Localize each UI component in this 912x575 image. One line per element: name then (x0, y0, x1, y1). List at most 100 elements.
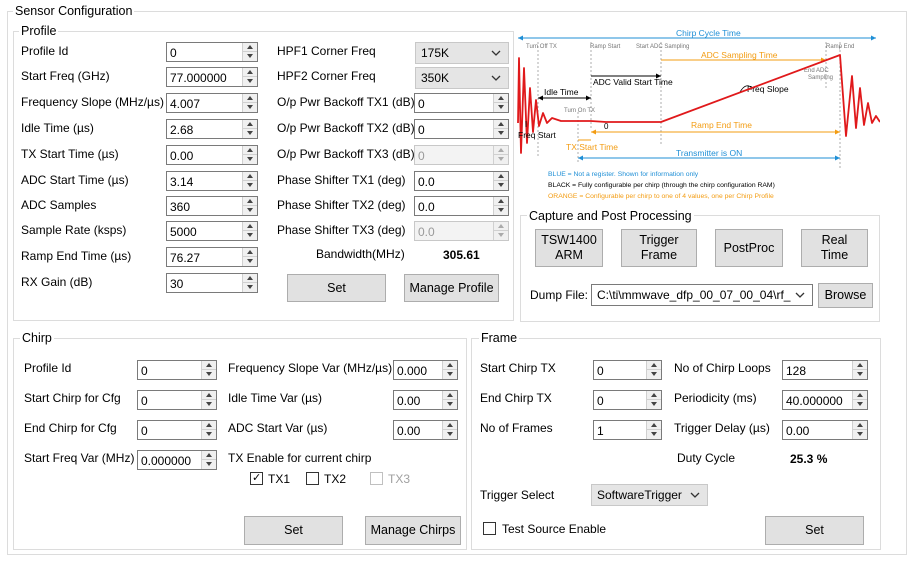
start-chirp-tx-input[interactable]: 0 (593, 360, 662, 380)
spin-down-icon[interactable] (202, 430, 216, 439)
trigger-frame-button[interactable]: Trigger Frame (621, 229, 697, 267)
spin-down-icon[interactable] (647, 370, 661, 379)
spin-up-icon[interactable] (243, 120, 257, 129)
chirp-profile-id-input[interactable]: 0 (137, 360, 217, 380)
spin-up-icon[interactable] (243, 43, 257, 52)
spin-up-icon[interactable] (494, 120, 508, 129)
trigger-delay-input[interactable]: 0.00 (782, 420, 868, 440)
spin-up-icon[interactable] (243, 94, 257, 103)
tx-start-time-input[interactable]: 0.00 (166, 145, 258, 165)
hpf1-select[interactable]: 175K (415, 42, 509, 64)
spin-up-icon[interactable] (494, 197, 508, 206)
postproc-button[interactable]: PostProc (715, 229, 783, 267)
spin-down-icon[interactable] (494, 103, 508, 112)
spin-up-icon[interactable] (853, 421, 867, 430)
spin-down-icon[interactable] (243, 283, 257, 292)
spin-up-icon[interactable] (443, 421, 457, 430)
spin-down-icon[interactable] (494, 206, 508, 215)
tx1-checkbox[interactable]: ✓ (250, 472, 263, 485)
spin-up-icon[interactable] (202, 421, 216, 430)
spin-down-icon[interactable] (853, 430, 867, 439)
spin-down-icon[interactable] (647, 430, 661, 439)
spin-up-icon[interactable] (243, 274, 257, 283)
spin-down-icon[interactable] (202, 370, 216, 379)
spin-up-icon[interactable] (647, 361, 661, 370)
tx2-checkbox[interactable] (306, 472, 319, 485)
spin-up-icon[interactable] (243, 197, 257, 206)
spin-down-icon[interactable] (202, 400, 216, 409)
freq-slope-input[interactable]: 4.007 (166, 93, 258, 113)
start-freq-var-input[interactable]: 0.000000 (137, 450, 217, 470)
spin-up-icon[interactable] (647, 421, 661, 430)
start-chirp-cfg-input[interactable]: 0 (137, 390, 217, 410)
spin-up-icon[interactable] (494, 94, 508, 103)
spin-down-icon[interactable] (243, 129, 257, 138)
frame-set-button[interactable]: Set (765, 516, 864, 545)
idle-time-input[interactable]: 2.68 (166, 119, 258, 139)
end-chirp-tx-input[interactable]: 0 (593, 390, 662, 410)
hpf2-select[interactable]: 350K (415, 67, 509, 89)
spin-down-icon[interactable] (243, 103, 257, 112)
spin-down-icon[interactable] (202, 460, 216, 469)
tsw1400-arm-button[interactable]: TSW1400 ARM (535, 229, 603, 267)
freq-slope-var-input[interactable]: 0.000 (393, 360, 458, 380)
end-chirp-cfg-input[interactable]: 0 (137, 420, 217, 440)
profile-set-button[interactable]: Set (287, 274, 386, 302)
start-freq-input[interactable]: 77.000000 (166, 67, 258, 87)
no-of-frames-input[interactable]: 1 (593, 420, 662, 440)
manage-chirps-button[interactable]: Manage Chirps (365, 516, 461, 545)
phase-shifter-tx1-input[interactable]: 0.0 (414, 171, 509, 191)
spin-up-icon[interactable] (443, 391, 457, 400)
ramp-end-time-input[interactable]: 76.27 (166, 247, 258, 267)
spin-down-icon[interactable] (853, 400, 867, 409)
spin-down-icon[interactable] (243, 231, 257, 240)
pwr-backoff-tx1-input[interactable]: 0 (414, 93, 509, 113)
spin-up-icon[interactable] (202, 451, 216, 460)
spin-down-icon[interactable] (647, 400, 661, 409)
spin-up-icon[interactable] (202, 361, 216, 370)
idle-time-var-input[interactable]: 0.00 (393, 390, 458, 410)
spin-up-icon[interactable] (853, 361, 867, 370)
spin-down-icon[interactable] (243, 206, 257, 215)
adc-samples-input[interactable]: 360 (166, 196, 258, 216)
phase-shifter-tx2-input[interactable]: 0.0 (414, 196, 509, 216)
spin-up-icon[interactable] (243, 222, 257, 231)
spin-up-icon[interactable] (243, 68, 257, 77)
spin-down-icon[interactable] (243, 52, 257, 61)
idle-time-label: Idle Time (544, 87, 579, 97)
test-source-enable-checkbox[interactable] (483, 522, 496, 535)
spin-down-icon[interactable] (853, 370, 867, 379)
spin-up-icon[interactable] (243, 146, 257, 155)
chirp-set-button[interactable]: Set (244, 516, 343, 545)
browse-button[interactable]: Browse (818, 283, 873, 308)
spin-up-icon[interactable] (647, 391, 661, 400)
pwr-backoff-tx2-label: O/p Pwr Backoff TX2 (dB) (277, 121, 415, 135)
spin-up-icon[interactable] (243, 248, 257, 257)
pwr-backoff-tx2-input[interactable]: 0 (414, 119, 509, 139)
spin-up-icon[interactable] (243, 172, 257, 181)
spin-down-icon[interactable] (243, 257, 257, 266)
spin-up-icon[interactable] (494, 172, 508, 181)
spin-up-icon[interactable] (853, 391, 867, 400)
spin-up-icon[interactable] (443, 361, 457, 370)
spin-down-icon[interactable] (443, 370, 457, 379)
real-time-button[interactable]: Real Time (801, 229, 868, 267)
periodicity-input[interactable]: 40.000000 (782, 390, 868, 410)
trigger-select-dropdown[interactable]: SoftwareTrigger (591, 484, 708, 506)
adc-start-var-input[interactable]: 0.00 (393, 420, 458, 440)
spin-down-icon[interactable] (243, 155, 257, 164)
spin-down-icon[interactable] (443, 400, 457, 409)
spin-up-icon[interactable] (202, 391, 216, 400)
spin-down-icon[interactable] (443, 430, 457, 439)
no-of-chirp-loops-input[interactable]: 128 (782, 360, 868, 380)
profile-id-input[interactable]: 0 (166, 42, 258, 62)
dump-file-select[interactable]: C:\ti\mmwave_dfp_00_07_00_04\rf_ (591, 284, 813, 306)
manage-profile-button[interactable]: Manage Profile (404, 274, 499, 302)
spin-down-icon[interactable] (243, 181, 257, 190)
adc-start-time-input[interactable]: 3.14 (166, 171, 258, 191)
spin-down-icon[interactable] (243, 77, 257, 86)
spin-down-icon[interactable] (494, 129, 508, 138)
rx-gain-input[interactable]: 30 (166, 273, 258, 293)
spin-down-icon[interactable] (494, 181, 508, 190)
sample-rate-input[interactable]: 5000 (166, 221, 258, 241)
